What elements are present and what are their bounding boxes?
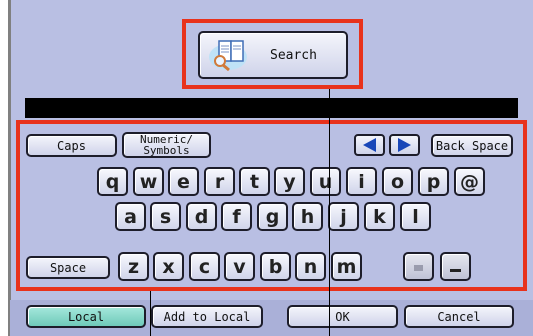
input-display [25, 98, 518, 118]
local-button[interactable]: Local [26, 305, 146, 328]
ok-button[interactable]: OK [287, 305, 398, 328]
keyboard-highlight-box [16, 120, 527, 291]
callout-line-keyboard [150, 291, 151, 336]
callout-line-search [329, 89, 330, 336]
cancel-button[interactable]: Cancel [404, 305, 514, 328]
panel-edge [8, 0, 11, 336]
add-to-local-button[interactable]: Add to Local [151, 305, 263, 328]
search-highlight-box [182, 19, 363, 89]
